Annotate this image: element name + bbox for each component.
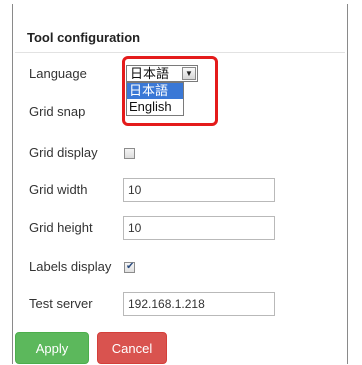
title-divider	[15, 52, 345, 53]
test-server-label: Test server	[29, 296, 93, 311]
grid-display-checkbox[interactable]	[124, 148, 135, 159]
labels-display-label: Labels display	[29, 259, 112, 274]
grid-width-input[interactable]: 10	[123, 178, 275, 202]
cancel-button[interactable]: Cancel	[97, 332, 167, 364]
language-label: Language	[29, 66, 87, 81]
tool-configuration-dialog: Tool configuration Language Grid snap Gr…	[12, 4, 348, 364]
grid-height-input[interactable]: 10	[123, 216, 275, 240]
checkmark-icon: ✔	[126, 261, 135, 272]
apply-button[interactable]: Apply	[15, 332, 89, 364]
grid-width-label: Grid width	[29, 182, 88, 197]
grid-height-label: Grid height	[29, 220, 93, 235]
grid-display-label: Grid display	[29, 145, 98, 160]
language-highlight-box	[122, 56, 218, 126]
test-server-input[interactable]: 192.168.1.218	[123, 292, 275, 316]
dialog-title: Tool configuration	[27, 30, 141, 45]
grid-snap-label: Grid snap	[29, 104, 86, 119]
labels-display-checkbox[interactable]: ✔	[124, 261, 135, 273]
